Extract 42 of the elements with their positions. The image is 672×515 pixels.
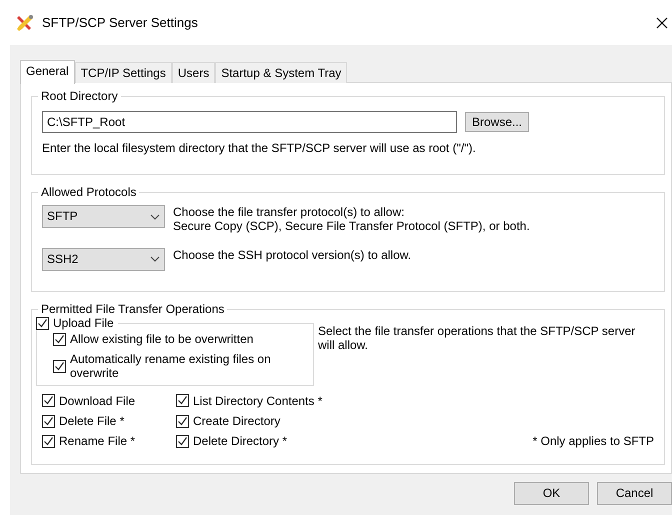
checkbox-label[interactable]: Download File bbox=[59, 394, 136, 408]
hint-text: Enter the local filesystem directory that the SFTP/SCP server will use as root ("/"). bbox=[42, 141, 477, 156]
tab[interactable]: Startup & System Tray bbox=[215, 62, 348, 83]
checkbox[interactable] bbox=[53, 360, 66, 373]
group-label: Permitted File Transfer Operations bbox=[40, 302, 226, 316]
checkbox[interactable] bbox=[176, 414, 189, 428]
checkbox[interactable] bbox=[42, 435, 55, 448]
tab[interactable]: TCP/IP Settings bbox=[74, 62, 172, 83]
checkbox[interactable] bbox=[176, 435, 189, 448]
chevron-icon bbox=[150, 214, 160, 220]
checkbox-label[interactable]: Create Directory bbox=[193, 414, 280, 428]
checkbox-label[interactable]: Delete Directory * bbox=[193, 434, 288, 449]
dialog-button[interactable]: Cancel bbox=[597, 482, 672, 505]
checkbox[interactable] bbox=[42, 394, 55, 408]
chevron-icon bbox=[150, 256, 160, 262]
checkbox-label[interactable]: Upload File bbox=[53, 316, 114, 330]
dropdown[interactable]: SSH2 bbox=[42, 248, 165, 271]
dropdown[interactable]: SFTP bbox=[42, 205, 165, 228]
group-label: Root Directory bbox=[40, 89, 119, 103]
checkbox[interactable] bbox=[36, 316, 49, 330]
description-text: Choose the file transfer protocol(s) to allow: bbox=[173, 205, 406, 220]
browse-button[interactable]: Browse... bbox=[465, 112, 530, 132]
root-directory-field[interactable]: C:\SFTP_Root bbox=[42, 111, 457, 133]
checkbox-label[interactable]: Allow existing file to be overwritten bbox=[70, 332, 254, 347]
tab[interactable]: Users bbox=[172, 62, 216, 83]
window-title: SFTP/SCP Server Settings bbox=[42, 14, 198, 30]
description-text: Choose the SSH protocol version(s) to allow. bbox=[173, 248, 412, 262]
checkbox[interactable] bbox=[42, 414, 55, 428]
group-label: Allowed Protocols bbox=[40, 185, 138, 199]
tools-icon bbox=[16, 14, 34, 32]
checkbox[interactable] bbox=[176, 394, 189, 408]
checkbox-label[interactable]: Automatically rename existing files on overwrite bbox=[70, 352, 307, 381]
description-text: Secure Copy (SCP), Secure File Transfer Protocol (SFTP), or both. bbox=[173, 219, 530, 234]
checkbox[interactable] bbox=[53, 333, 66, 346]
footnote-text: * Only applies to SFTP bbox=[532, 434, 654, 449]
checkbox-label[interactable]: List Directory Contents * bbox=[193, 394, 322, 408]
dialog-button[interactable]: OK bbox=[514, 482, 589, 505]
checkbox-label[interactable]: Delete File * bbox=[59, 414, 124, 428]
close-icon[interactable] bbox=[656, 16, 668, 28]
description-text: Select the file transfer operations that the SFTP/SCP server will allow. bbox=[318, 324, 636, 353]
tab[interactable]: General bbox=[20, 60, 75, 84]
checkbox-label[interactable]: Rename File * bbox=[59, 434, 136, 449]
